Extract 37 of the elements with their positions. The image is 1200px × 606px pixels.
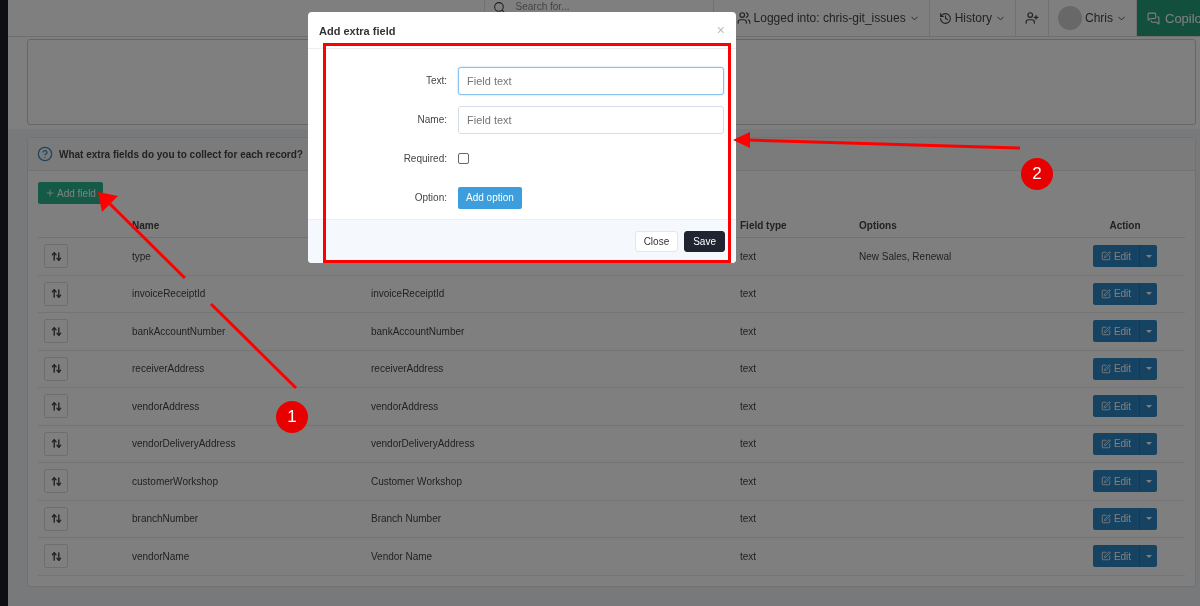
table-cell-text: text <box>740 400 758 412</box>
table-cell-text: text <box>740 438 758 450</box>
table-cell-text: receiverAddress <box>132 363 206 375</box>
table-cell-text: type <box>132 250 152 262</box>
field-label: Required: <box>402 153 447 164</box>
column-header: Options <box>859 219 898 231</box>
table-cell-text: customerWorkshop <box>132 475 219 487</box>
table-cell-text: vendorName <box>132 550 191 562</box>
column-header: Field type <box>740 219 788 231</box>
table-cell-text: invoiceReceiptId <box>371 288 446 300</box>
table-cell-text: Customer Workshop <box>371 475 463 487</box>
table-cell-text: text <box>740 250 758 262</box>
table-cell-text: New Sales, Renewal <box>859 250 953 262</box>
field-label: Option: <box>413 192 447 203</box>
table-cell-text: vendorDeliveryAddress <box>132 438 237 450</box>
table-cell-text: text <box>740 288 758 300</box>
table-cell-text: branchNumber <box>132 513 200 525</box>
modal-title: Add extra field <box>319 25 396 37</box>
column-header: Action <box>1108 219 1142 231</box>
table-cell-text: invoiceReceiptId <box>132 288 207 300</box>
table-cell-text: text <box>740 363 758 375</box>
table-cell-text: vendorAddress <box>132 400 201 412</box>
column-header: Name <box>132 219 161 231</box>
table-cell-text: bankAccountNumber <box>371 325 466 337</box>
field-label: Name: <box>416 114 447 125</box>
table-cell-text: text <box>740 513 758 525</box>
table-cell-text: vendorAddress <box>371 400 440 412</box>
table-cell-text: vendorDeliveryAddress <box>371 438 476 450</box>
table-cell-text: text <box>740 550 758 562</box>
table-cell-text: receiverAddress <box>371 363 445 375</box>
table-cell-text: text <box>740 325 758 337</box>
table-cell-text: Branch Number <box>371 513 443 525</box>
table-cell-text: Vendor Name <box>371 550 434 562</box>
table-cell-text: bankAccountNumber <box>132 325 227 337</box>
table-cell-text: text <box>740 475 758 487</box>
field-label: Text: <box>424 75 447 86</box>
panel-title: What extra fields do you to collect for each record? <box>59 148 303 160</box>
